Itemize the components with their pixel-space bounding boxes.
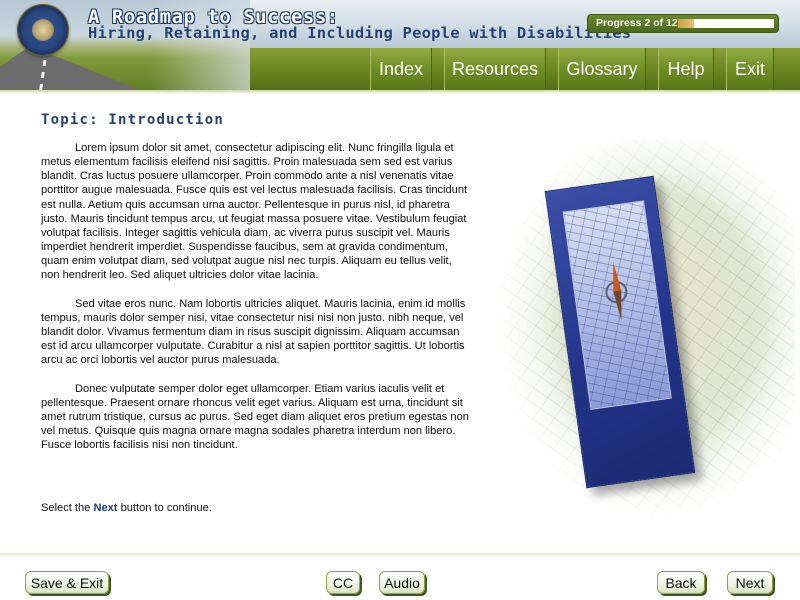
progress-fill	[678, 19, 694, 28]
next-button[interactable]: Next	[727, 571, 773, 594]
instruction-keyword: Next	[93, 502, 118, 514]
audio-button[interactable]: Audio	[379, 571, 425, 594]
agency-seal-icon	[17, 4, 69, 56]
course-subtitle: Hiring, Retaining, and Including People …	[88, 24, 632, 42]
seal-center	[32, 19, 54, 41]
body-paragraph: Donec vulputate semper dolor eget ullamc…	[41, 382, 469, 452]
course-header: A Roadmap to Success: Hiring, Retaining,…	[0, 0, 800, 94]
map-illustration	[495, 140, 795, 520]
save-exit-button[interactable]: Save & Exit	[25, 571, 109, 594]
instruction-prefix: Select the	[41, 502, 91, 514]
nav-resources-button[interactable]: Resources	[444, 48, 546, 90]
progress-label: Progress 2 of 12	[596, 17, 678, 29]
footer-divider	[0, 553, 800, 557]
cc-button[interactable]: CC	[326, 571, 360, 594]
header-divider	[0, 90, 800, 94]
body-text: Lorem ipsum dolor sit amet, consectetur …	[41, 141, 471, 467]
progress-track	[678, 19, 774, 28]
body-paragraph: Lorem ipsum dolor sit amet, consectetur …	[41, 142, 468, 282]
map-panel	[562, 200, 672, 410]
road-surface	[0, 46, 150, 94]
body-paragraph: Sed vitae eros nunc. Nam lobortis ultric…	[41, 297, 466, 367]
topic-title: Topic: Introduction	[41, 112, 224, 128]
instruction-text: Select the Next button to continue.	[41, 502, 212, 514]
nav-index-button[interactable]: Index	[370, 48, 432, 90]
instruction-suffix: button to continue.	[120, 502, 212, 514]
compass-icon	[599, 260, 633, 323]
nav-glossary-button[interactable]: Glossary	[558, 48, 646, 90]
nav-exit-button[interactable]: Exit	[726, 48, 774, 90]
nav-help-button[interactable]: Help	[658, 48, 714, 90]
progress-indicator: Progress 2 of 12	[587, 14, 779, 33]
back-button[interactable]: Back	[657, 571, 705, 594]
